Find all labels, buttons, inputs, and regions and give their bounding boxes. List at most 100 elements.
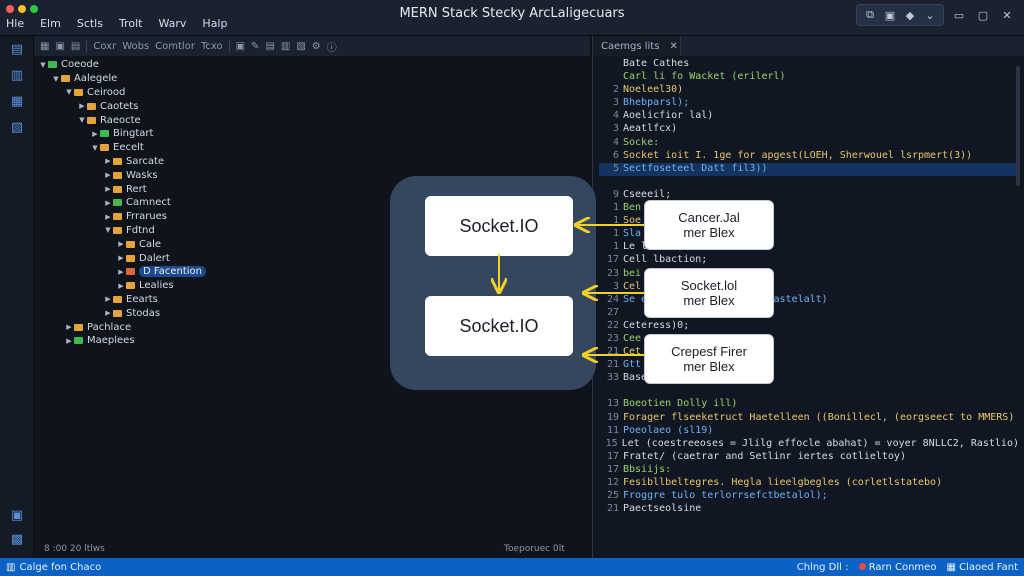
save-icon[interactable]: ▣: [236, 41, 245, 52]
layout-icon[interactable]: ⧉: [861, 7, 879, 23]
chevron-right-icon[interactable]: ▶: [103, 295, 113, 303]
tree-item[interactable]: ▶ Cale: [34, 237, 294, 251]
status-item-run[interactable]: Rarn Conmeo: [858, 562, 936, 573]
tree-item[interactable]: ▶ Sarcate: [34, 155, 294, 169]
divider: [86, 40, 88, 52]
line-number: 1: [612, 228, 619, 240]
extensions-icon[interactable]: ▧: [0, 114, 34, 140]
toolbar-item[interactable]: Coxr: [93, 41, 116, 52]
remote-icon[interactable]: ▥: [6, 562, 15, 573]
chevron-right-icon[interactable]: ▶: [116, 282, 126, 290]
chevron-right-icon[interactable]: ▶: [103, 309, 113, 317]
status-branch[interactable]: Calge fon Chaco: [19, 562, 101, 573]
chat-icon[interactable]: ◆: [901, 7, 919, 23]
folder-icon[interactable]: ▣: [55, 41, 64, 52]
chevron-down-icon[interactable]: ▼: [38, 61, 48, 69]
chevron-right-icon[interactable]: ▶: [77, 102, 87, 110]
tree-item[interactable]: ▶ Pachlace: [34, 320, 294, 334]
panel-icon[interactable]: ▣: [881, 7, 899, 23]
edit-icon[interactable]: ✎: [251, 41, 259, 52]
tree-item[interactable]: ▶ Stodas: [34, 306, 294, 320]
tree-item[interactable]: ▶ D Facention: [34, 265, 294, 279]
tree-item[interactable]: ▶ Wasks: [34, 168, 294, 182]
grid-icon[interactable]: ▦: [40, 41, 49, 52]
status-item-closed[interactable]: ▦ Claoed Fant: [946, 562, 1018, 573]
tree-item-label: Bingtart: [113, 128, 154, 140]
image-icon[interactable]: ▧: [296, 41, 305, 52]
account-icon[interactable]: ▣: [0, 502, 34, 528]
chevron-right-icon[interactable]: ▶: [116, 240, 126, 248]
tree-item[interactable]: ▶ Camnect: [34, 196, 294, 210]
tree-item[interactable]: ▼ Raeocte: [34, 113, 294, 127]
settings-icon[interactable]: ▩: [0, 526, 34, 552]
code-text: Poeolaeo (sl19): [623, 424, 714, 436]
tree-item-label: Stodas: [126, 307, 161, 319]
line-number: 3: [612, 123, 619, 135]
maximize-icon[interactable]: ▢: [974, 7, 992, 23]
code-text: Noeleel30): [623, 84, 684, 96]
source-control-icon[interactable]: ▦: [0, 88, 34, 114]
line-number: 23: [606, 267, 619, 279]
chevron-down-icon[interactable]: ▼: [103, 226, 113, 234]
chevron-down-icon[interactable]: ⌄: [921, 7, 939, 23]
tree-item[interactable]: ▼ Coeode: [34, 58, 294, 72]
toolbar-item[interactable]: Tcxo: [201, 41, 223, 52]
file-icon[interactable]: ▤: [265, 41, 274, 52]
explorer-status: 8 :00 20 ltlws: [44, 544, 105, 554]
minimize-icon[interactable]: ▭: [950, 7, 968, 23]
chevron-right-icon[interactable]: ▶: [64, 323, 74, 331]
chevron-down-icon[interactable]: ▼: [64, 88, 74, 96]
status-item[interactable]: Chlng Dll :: [797, 562, 849, 573]
chevron-right-icon[interactable]: ▶: [116, 268, 126, 276]
tree-item-label: Caotets: [100, 100, 139, 112]
code-line: 15 Let (coestreeoses = Jlilg effocle abah…: [599, 438, 1019, 451]
toolbar-item[interactable]: Comtlor: [155, 41, 195, 52]
settings-icon[interactable]: ⚙: [312, 41, 321, 52]
line-number: 19: [606, 411, 619, 423]
chevron-down-icon[interactable]: ▼: [90, 144, 100, 152]
tree-item[interactable]: ▼ Eecelt: [34, 141, 294, 155]
scrollbar[interactable]: [1016, 66, 1020, 186]
chevron-down-icon[interactable]: ▼: [77, 116, 87, 124]
tree-item-label: Dalert: [139, 252, 170, 264]
close-icon[interactable]: ✕: [669, 41, 677, 52]
editor-tab[interactable]: Caemgs lits ✕: [593, 36, 681, 56]
tree-item[interactable]: ▼ Fdtnd: [34, 224, 294, 238]
tree-item[interactable]: ▶ Dalert: [34, 251, 294, 265]
chevron-right-icon[interactable]: ▶: [103, 185, 113, 193]
code-text: Gtt: [623, 359, 642, 371]
tree-item[interactable]: ▼ Aalegele: [34, 72, 294, 86]
tree-item[interactable]: ▶ Eearts: [34, 293, 294, 307]
line-number: [599, 71, 623, 84]
chevron-right-icon[interactable]: ▶: [103, 213, 113, 221]
code-line: 3 Aeatlfcx): [599, 123, 1019, 136]
tree-item[interactable]: ▼ Ceirood: [34, 86, 294, 100]
tree-item-label: Fdtnd: [126, 224, 155, 236]
chevron-right-icon[interactable]: ▶: [103, 157, 113, 165]
chevron-right-icon[interactable]: ▶: [116, 254, 126, 262]
tree-item[interactable]: ▶ Bingtart: [34, 127, 294, 141]
tree-item-label: Wasks: [126, 169, 158, 181]
list-icon[interactable]: ▥: [281, 41, 290, 52]
folder-icon: [113, 295, 122, 303]
files-icon[interactable]: ▤: [0, 36, 34, 62]
copy-icon[interactable]: ▤: [71, 41, 80, 52]
chevron-right-icon[interactable]: ▶: [103, 199, 113, 207]
close-icon[interactable]: ✕: [998, 7, 1016, 23]
tree-item[interactable]: ▶ Caotets: [34, 99, 294, 113]
chevron-down-icon[interactable]: ▼: [51, 75, 61, 83]
tree-item[interactable]: ▶ Rert: [34, 182, 294, 196]
chevron-right-icon[interactable]: ▶: [90, 130, 100, 138]
tree-item[interactable]: ▶ Frrarues: [34, 210, 294, 224]
folder-icon: [126, 268, 135, 276]
tree-item[interactable]: ▶ Lealies: [34, 279, 294, 293]
line-number: 25: [606, 490, 619, 502]
tree-item[interactable]: ▶ Maeplees: [34, 334, 294, 348]
line-number: 4: [612, 136, 619, 148]
search-icon[interactable]: ▥: [0, 62, 34, 88]
toolbar-item[interactable]: Wobs: [122, 41, 149, 52]
tree-item-label: Eearts: [126, 293, 158, 305]
chevron-right-icon[interactable]: ▶: [64, 337, 74, 345]
chevron-right-icon[interactable]: ▶: [103, 171, 113, 179]
info-icon[interactable]: ⓘ: [327, 39, 337, 54]
